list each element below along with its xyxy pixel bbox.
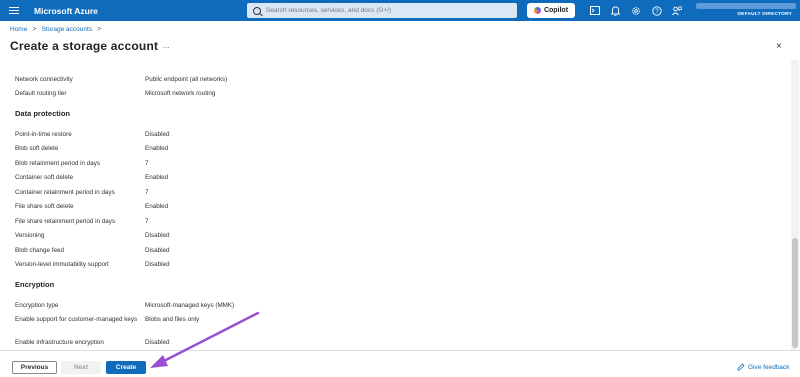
breadcrumb-home[interactable]: Home [10, 26, 27, 33]
more-options-icon[interactable]: ... [163, 41, 170, 50]
row-value: Blobs and files only [145, 316, 200, 323]
settings-gear-icon[interactable] [626, 0, 647, 21]
row-label: Version-level immutability support [15, 261, 109, 268]
directory-label: DEFAULT DIRECTORY [737, 12, 792, 17]
next-button[interactable]: Next [61, 361, 101, 374]
row-label: Point-in-time restore [15, 131, 72, 138]
breadcrumb: Home > Storage accounts > [10, 26, 101, 33]
copilot-icon [533, 7, 541, 14]
wizard-footer: Previous Next Create Give feedback [0, 350, 800, 377]
row-value: Microsoft-managed keys (MMK) [145, 302, 235, 309]
feedback-icon [737, 363, 745, 371]
row-value: Disabled [145, 261, 170, 268]
row-label: File share retainment period in days [15, 218, 116, 225]
give-feedback-label: Give feedback [748, 363, 790, 371]
row-value: Enabled [145, 203, 169, 210]
cloud-shell-icon[interactable] [585, 0, 606, 21]
copilot-label: Copilot [543, 7, 569, 14]
row-label: Blob change feed [15, 247, 65, 254]
review-content: Network connectivity Public endpoint (al… [0, 60, 790, 350]
row-value: Disabled [145, 339, 170, 346]
row-value: Enabled [145, 174, 169, 181]
row-label: Blob retainment period in days [15, 160, 101, 167]
row-value: Disabled [145, 232, 170, 239]
feedback-person-icon[interactable] [667, 0, 688, 21]
notifications-bell-icon[interactable] [606, 0, 627, 21]
row-value: 7 [145, 189, 149, 196]
account-menu[interactable]: DEFAULT DIRECTORY [696, 3, 796, 19]
row-value: Enabled [145, 145, 169, 152]
account-name-redacted [696, 3, 796, 9]
row-value: Public endpoint (all networks) [145, 76, 228, 83]
row-label: Network connectivity [15, 76, 73, 83]
row-label: Encryption type [15, 302, 59, 309]
row-value: Disabled [145, 247, 170, 254]
close-icon[interactable]: × [776, 41, 782, 52]
previous-button[interactable]: Previous [12, 361, 57, 374]
search-input[interactable] [266, 7, 506, 14]
portal-brand[interactable]: Microsoft Azure [34, 6, 246, 16]
row-label: Container soft delete [15, 174, 74, 181]
section-heading-data-protection: Data protection [15, 109, 71, 118]
section-heading-encryption: Encryption [15, 280, 55, 289]
global-search-box[interactable] [247, 3, 517, 18]
help-question-icon[interactable]: ? [647, 0, 668, 21]
vertical-scrollbar[interactable] [791, 60, 799, 350]
row-value: Disabled [145, 131, 170, 138]
row-label: Enable support for customer-managed keys [15, 316, 138, 323]
scrollbar-thumb[interactable] [792, 238, 798, 348]
row-label: Container retainment period in days [15, 189, 115, 196]
svg-text:?: ? [655, 9, 659, 15]
row-value: 7 [145, 160, 149, 167]
give-feedback-link[interactable]: Give feedback [737, 363, 790, 371]
row-value: 7 [145, 218, 149, 225]
row-label: Blob soft delete [15, 145, 59, 152]
breadcrumb-separator-icon: > [32, 26, 37, 33]
hamburger-menu-icon[interactable] [0, 0, 28, 21]
row-label: Enable infrastructure encryption [15, 339, 104, 346]
row-value: Microsoft network routing [145, 90, 216, 97]
create-button[interactable]: Create [106, 361, 146, 374]
breadcrumb-separator-icon: > [97, 26, 102, 33]
top-nav-bar: Microsoft Azure Copilot ? DEFAULT DIRECT… [0, 0, 800, 21]
breadcrumb-storage-accounts[interactable]: Storage accounts [41, 26, 92, 33]
row-label: Default routing tier [15, 90, 67, 97]
row-label: Versioning [15, 232, 45, 239]
search-icon [253, 6, 261, 15]
page-title: Create a storage account [10, 39, 159, 53]
copilot-button[interactable]: Copilot [527, 3, 575, 18]
row-label: File share soft delete [15, 203, 74, 210]
